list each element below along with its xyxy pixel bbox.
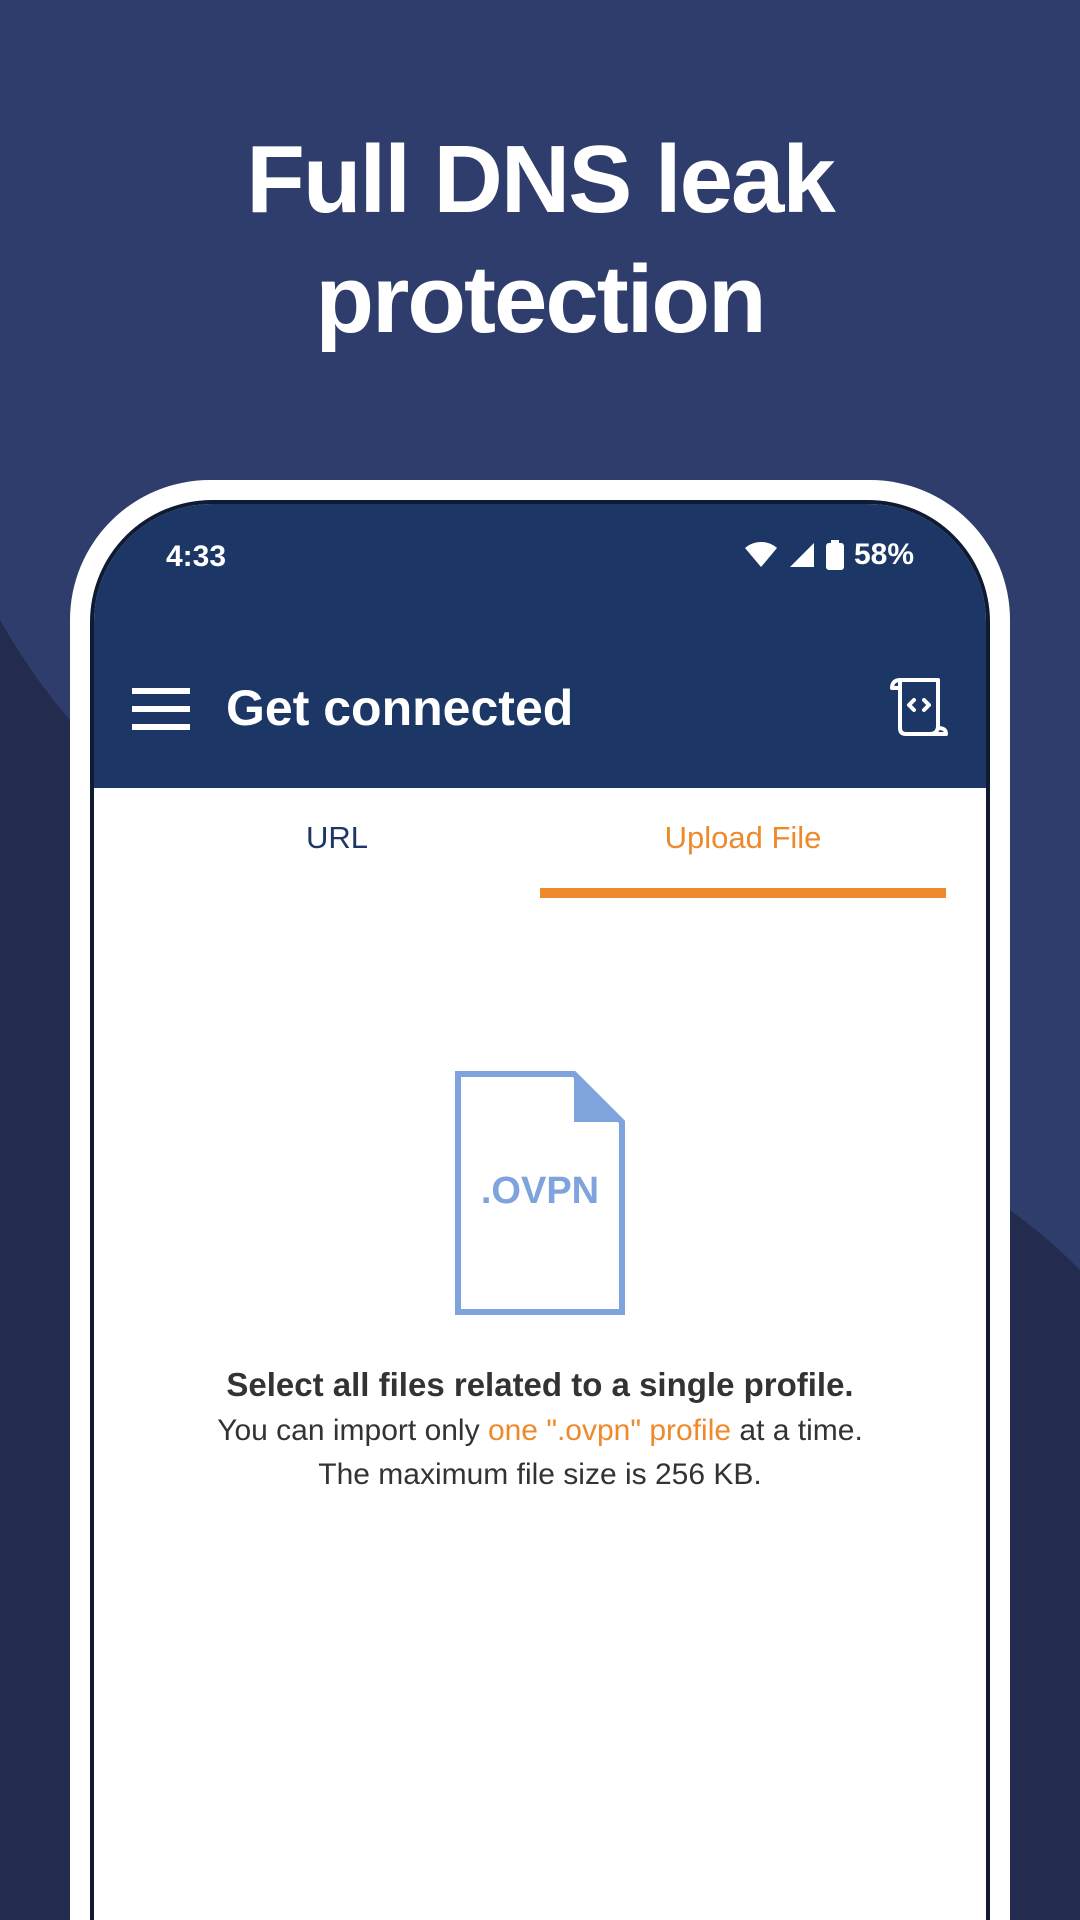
phone-bezel: 4:33 58% Get connected URL Upload File .… [90,500,990,1920]
tab-bar: URL Upload File [94,788,986,898]
cell-signal-icon [789,543,814,567]
tab-active-indicator [540,888,946,898]
headline: Full DNS leak protection [0,120,1080,360]
profile-limit-link[interactable]: one ".ovpn" profile [488,1414,731,1447]
status-time: 4:33 [166,540,227,573]
page-title: Get connected [226,680,574,736]
toolbar: Get connected [94,674,986,744]
battery-icon [825,540,844,570]
battery-percentage: 58% [853,538,914,571]
status-bar: 4:33 58% [94,534,986,584]
upload-instruction-line-1: You can import only one ".ovpn" profile … [94,1414,986,1448]
wifi-icon [744,542,777,567]
tab-url-label: URL [305,820,368,855]
instruction-prefix: You can import only [217,1414,488,1447]
upload-instruction-line-2: The maximum file size is 256 KB. [318,1458,762,1491]
headline-line-2: protection [315,246,766,353]
upload-instruction-title: Select all files related to a single pro… [226,1366,854,1403]
tab-upload-file-label: Upload File [664,820,822,855]
hamburger-menu-icon[interactable] [132,680,190,738]
log-scroll-icon[interactable] [886,674,950,738]
status-icons: 58% [744,538,914,572]
app-bar: 4:33 58% Get connected [94,504,986,788]
headline-line-1: Full DNS leak [246,126,836,233]
ovpn-file-icon[interactable]: .OVPN [454,1070,626,1316]
phone-screen: 4:33 58% Get connected URL Upload File .… [94,504,986,1920]
instruction-suffix: at a time. [731,1414,863,1447]
file-icon-label: .OVPN [480,1170,600,1212]
tab-url[interactable]: URL [134,788,540,898]
tab-upload-file[interactable]: Upload File [540,788,946,898]
